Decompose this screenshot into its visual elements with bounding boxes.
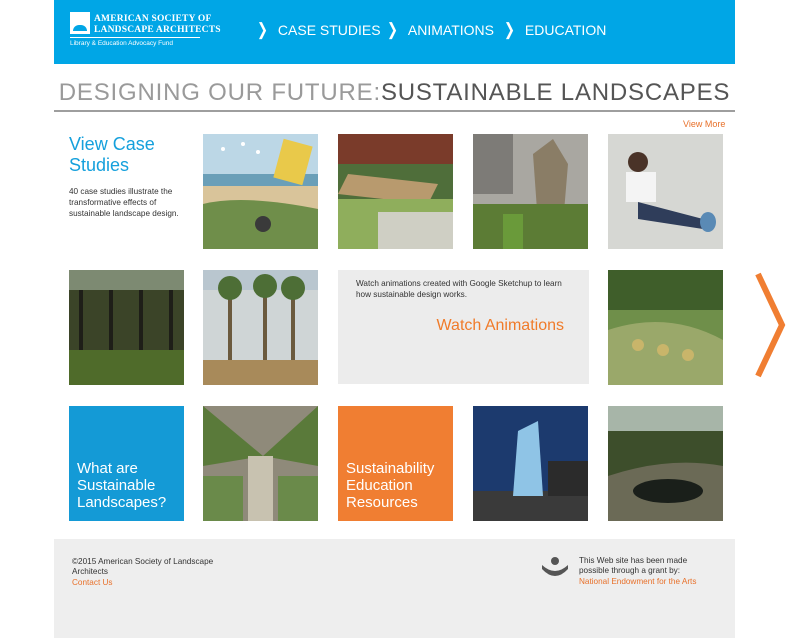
nav-animations[interactable]: ❯ ANIMATIONS (387, 19, 494, 40)
nav-label: CASE STUDIES (277, 22, 381, 38)
case-study-image-roof-garden[interactable] (338, 134, 453, 249)
site-footer: ©2015 American Society of Landscape Arch… (54, 539, 735, 638)
view-more-link[interactable]: View More (683, 119, 725, 129)
view-case-studies-link[interactable]: View Case Studies (69, 134, 179, 176)
site-header: AMERICAN SOCIETY OF LANDSCAPE ARCHITECTS… (54, 0, 735, 64)
case-study-image-night-pergola[interactable] (69, 270, 184, 385)
nea-link[interactable]: National Endowment for the Arts (579, 577, 696, 586)
page-title-part-2: SUSTAINABLE LANDSCAPES (380, 79, 731, 106)
title-divider (54, 110, 735, 112)
logo-line-2: LANDSCAPE ARCHITECTS (94, 25, 221, 35)
case-study-image-water-wall[interactable] (473, 406, 588, 521)
animations-description: Watch animations created with Google Ske… (356, 279, 562, 299)
case-study-image-kids-stretching[interactable] (608, 134, 723, 249)
case-study-image-aerial-park[interactable] (203, 406, 318, 521)
logo-subtitle: Library & Education Advocacy Fund (70, 40, 173, 47)
case-study-image-quarry-pond[interactable] (608, 406, 723, 521)
copyright-text: ©2015 American Society of Landscape Arch… (72, 557, 214, 576)
case-study-image-palm-plaza[interactable] (203, 270, 318, 385)
nea-logo-icon (540, 555, 570, 583)
grant-text: This Web site has been made possible thr… (579, 556, 688, 575)
case-study-image-cactus-garden[interactable] (608, 270, 723, 385)
contact-us-link[interactable]: Contact Us (72, 578, 113, 587)
asla-logo-icon (70, 12, 90, 34)
chevron-right-icon: ❯ (504, 19, 515, 40)
chevron-right-icon: ❯ (387, 19, 398, 40)
next-arrow-icon[interactable] (752, 272, 786, 378)
sustainability-education-resources-label: Sustainability Education Resources (346, 460, 435, 511)
animations-panel: Watch animations created with Google Ske… (338, 270, 589, 384)
page-title: DESIGNING OUR FUTURE:SUSTAINABLE LANDSCA… (54, 79, 735, 107)
nav-label: EDUCATION (524, 22, 607, 38)
watch-animations-link[interactable]: Watch Animations (437, 317, 564, 335)
nav-education[interactable]: ❯ EDUCATION (504, 19, 607, 40)
what-are-sustainable-landscapes-tile[interactable]: What are Sustainable Landscapes? (69, 406, 184, 521)
sustainability-education-resources-tile[interactable]: Sustainability Education Resources (338, 406, 453, 521)
asla-logo[interactable]: AMERICAN SOCIETY OF LANDSCAPE ARCHITECTS… (70, 12, 221, 56)
case-study-image-urban-garden[interactable] (473, 134, 588, 249)
case-study-image-beach[interactable] (203, 134, 318, 249)
page-title-part-1: DESIGNING OUR FUTURE: (58, 79, 381, 106)
chevron-right-icon: ❯ (257, 19, 268, 40)
logo-divider (70, 37, 200, 38)
what-are-sustainable-landscapes-label: What are Sustainable Landscapes? (77, 460, 167, 511)
logo-line-1: AMERICAN SOCIETY OF (94, 14, 212, 24)
case-studies-description: 40 case studies illustrate the transform… (69, 187, 179, 218)
nav-label: ANIMATIONS (407, 22, 494, 38)
nav-case-studies[interactable]: ❯ CASE STUDIES (257, 19, 381, 40)
